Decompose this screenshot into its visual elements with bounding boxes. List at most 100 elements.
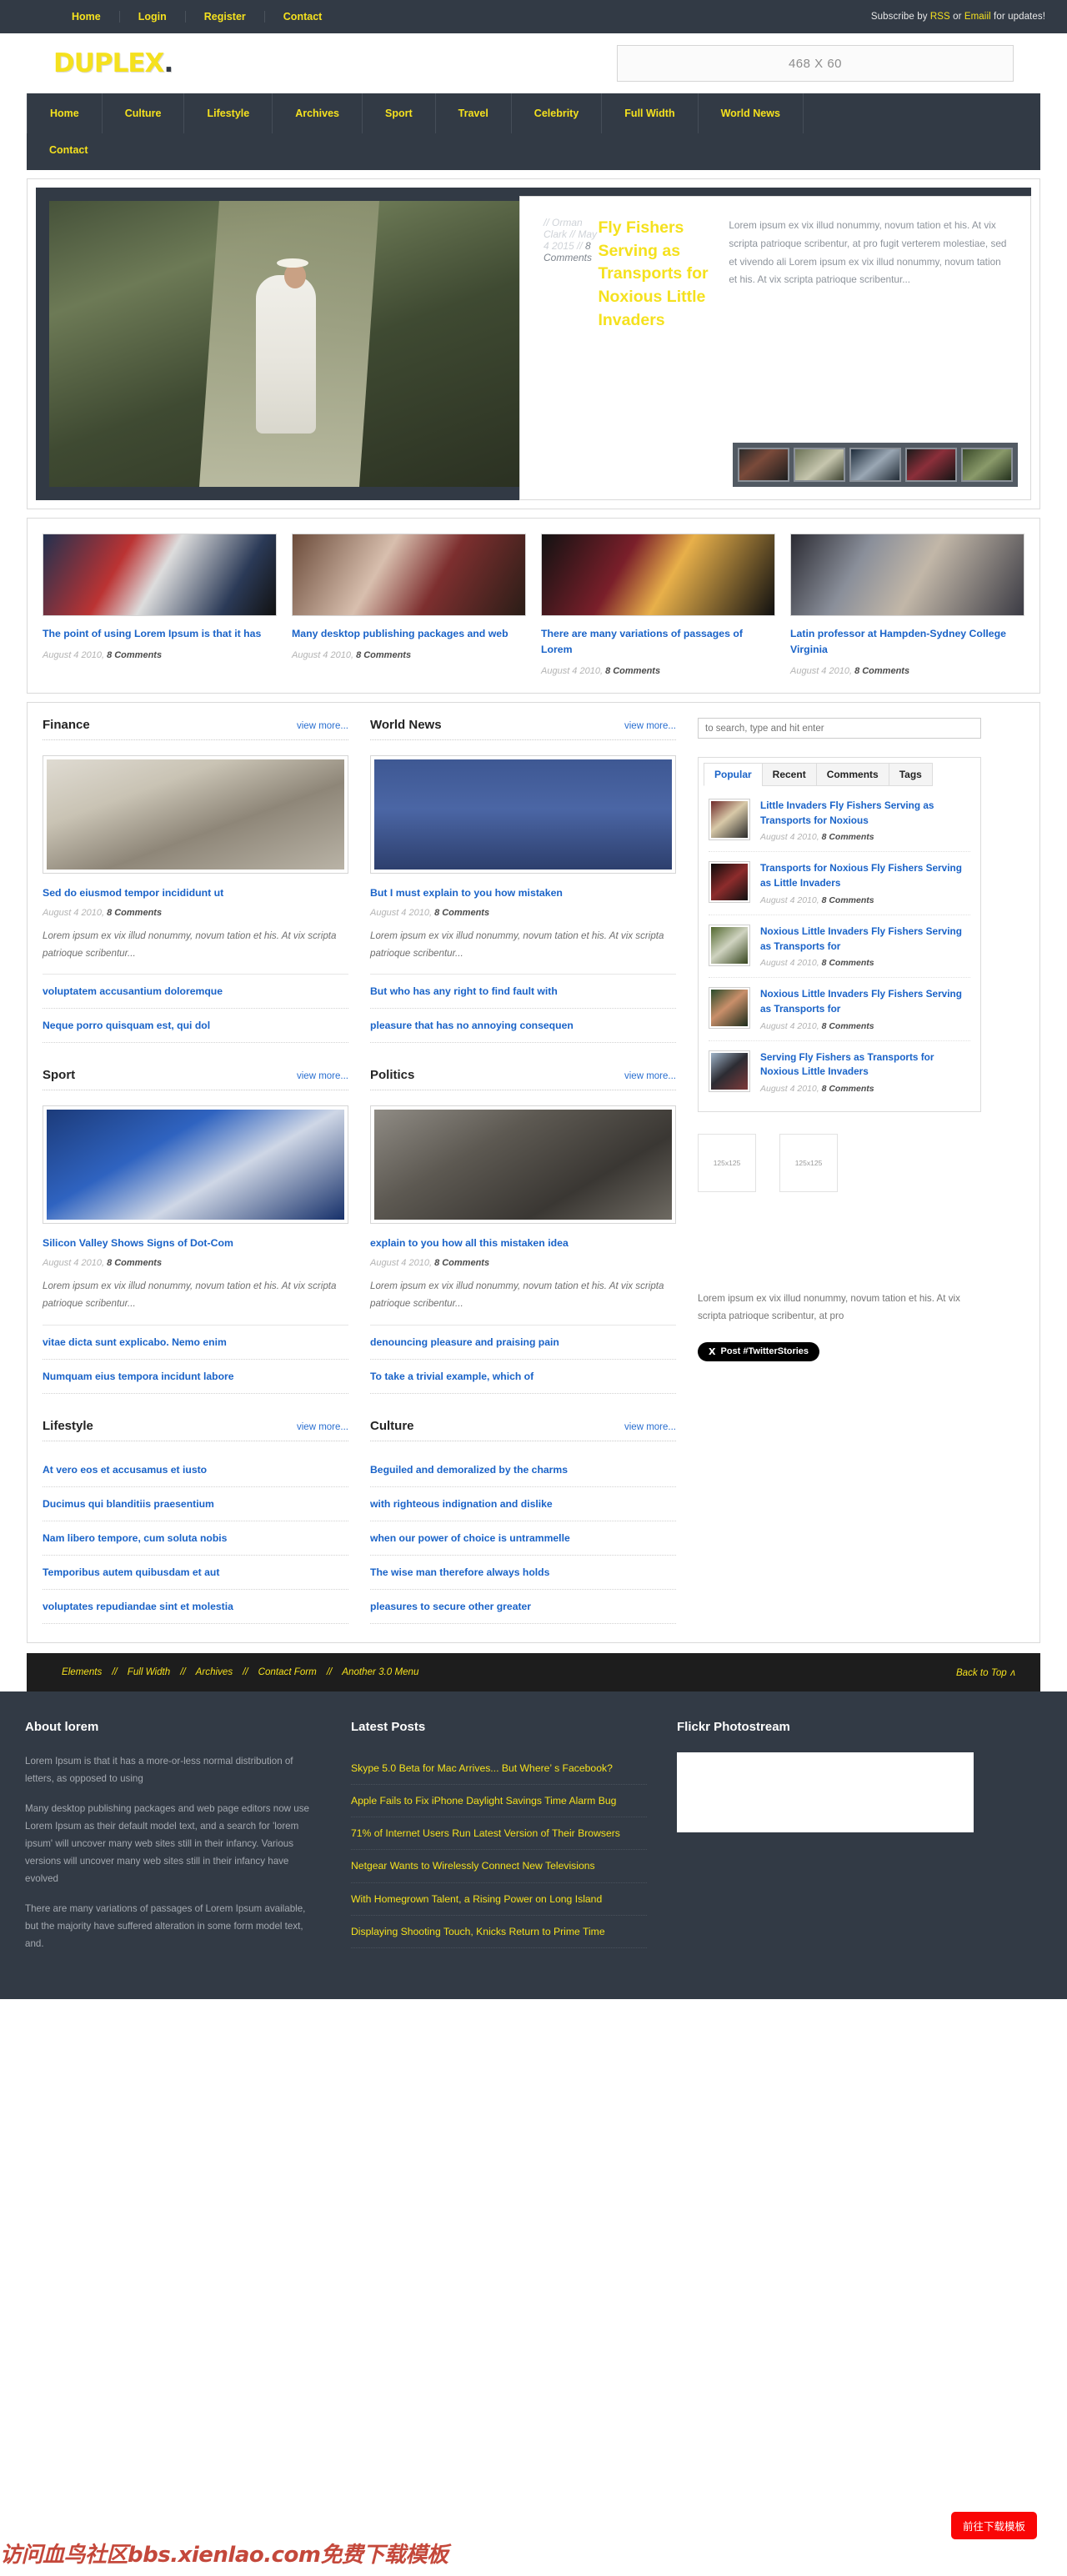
list-item-link[interactable]: Beguiled and demoralized by the charms — [370, 1464, 568, 1476]
post-comments[interactable]: 8 Comments — [107, 908, 162, 918]
section-view-more-link[interactable]: view more... — [297, 1071, 348, 1081]
post-comments[interactable]: 8 Comments — [434, 908, 489, 918]
popular-post-thumbnail[interactable] — [709, 987, 750, 1030]
footer-latest-link[interactable]: Displaying Shooting Touch, Knicks Return… — [351, 1924, 647, 1939]
section-view-more-link[interactable]: view more... — [624, 721, 676, 731]
footer-latest-link[interactable]: Apple Fails to Fix iPhone Daylight Savin… — [351, 1793, 647, 1808]
list-item-link[interactable]: Neque porro quisquam est, qui dol — [43, 1020, 210, 1031]
popular-post-comments[interactable]: 8 Comments — [822, 958, 874, 968]
footer-nav-another-menu[interactable]: Another 3.0 Menu — [332, 1666, 428, 1677]
twitter-post-button[interactable]: X Post #TwitterStories — [698, 1341, 820, 1361]
ad-slot-125x125-2[interactable]: 125x125 — [779, 1133, 838, 1192]
tab-recent[interactable]: Recent — [761, 763, 817, 787]
post-link[interactable]: But I must explain to you how mistaken — [370, 887, 563, 899]
search-input[interactable] — [698, 718, 981, 739]
list-item-link[interactable]: But who has any right to find fault with — [370, 985, 558, 997]
footer-nav-elements[interactable]: Elements — [52, 1666, 112, 1677]
featured-post-comments[interactable]: 8 Comments — [854, 666, 909, 676]
nav-item-celebrity[interactable]: Celebrity — [512, 93, 603, 133]
list-item-link[interactable]: The wise man therefore always holds — [370, 1566, 549, 1578]
footer-latest-link[interactable]: Netgear Wants to Wirelessly Connect New … — [351, 1858, 647, 1873]
site-logo[interactable]: DUPLEX. — [53, 48, 173, 78]
featured-post-comments[interactable]: 8 Comments — [605, 666, 660, 676]
list-item-link[interactable]: voluptates repudiandae sint et molestia — [43, 1601, 233, 1612]
download-template-button[interactable]: 前往下载模板 — [950, 2512, 1037, 2539]
ad-slot-125x125-1[interactable]: 125x125 — [698, 1133, 756, 1192]
popular-post-link[interactable]: Noxious Little Invaders Fly Fishers Serv… — [760, 988, 962, 1015]
topnav-item-home[interactable]: Home — [53, 11, 120, 23]
slider-thumb-3[interactable] — [849, 448, 901, 482]
featured-post-thumbnail[interactable] — [790, 534, 1024, 616]
tab-popular[interactable]: Popular — [704, 763, 763, 787]
slider-title[interactable]: Fly Fishers Serving as Transports for No… — [598, 217, 729, 486]
list-item-link[interactable]: vitae dicta sunt explicabo. Nemo enim — [43, 1336, 227, 1348]
popular-post-link[interactable]: Transports for Noxious Fly Fishers Servi… — [760, 862, 962, 889]
footer-latest-link[interactable]: Skype 5.0 Beta for Mac Arrives... But Wh… — [351, 1761, 647, 1776]
nav-item-archives[interactable]: Archives — [273, 93, 363, 133]
section-featured-image[interactable] — [43, 1105, 348, 1225]
list-item-link[interactable]: To take a trivial example, which of — [370, 1371, 534, 1382]
nav-item-world-news[interactable]: World News — [699, 93, 804, 133]
list-item-link[interactable]: At vero eos et accusamus et iusto — [43, 1464, 207, 1476]
slider-thumb-1[interactable] — [738, 448, 789, 482]
featured-post-link[interactable]: The point of using Lorem Ipsum is that i… — [43, 628, 261, 639]
popular-post-comments[interactable]: 8 Comments — [822, 1021, 874, 1031]
popular-post-comments[interactable]: 8 Comments — [822, 895, 874, 905]
slider-main-image[interactable] — [49, 201, 519, 487]
section-featured-image[interactable] — [370, 1105, 676, 1225]
nav-item-lifestyle[interactable]: Lifestyle — [184, 93, 273, 133]
section-view-more-link[interactable]: view more... — [297, 721, 348, 731]
banner-ad-468x60[interactable]: 468 X 60 — [617, 45, 1014, 82]
list-item-link[interactable]: Nam libero tempore, cum soluta nobis — [43, 1532, 227, 1544]
nav-item-contact[interactable]: Contact — [27, 133, 111, 170]
nav-item-travel[interactable]: Travel — [436, 93, 512, 133]
popular-post-thumbnail[interactable] — [709, 799, 750, 841]
topnav-item-contact[interactable]: Contact — [265, 11, 341, 23]
nav-item-sport[interactable]: Sport — [363, 93, 436, 133]
list-item-link[interactable]: when our power of choice is untrammelle — [370, 1532, 570, 1544]
section-view-more-link[interactable]: view more... — [624, 1071, 676, 1081]
featured-post-thumbnail[interactable] — [541, 534, 775, 616]
tab-comments[interactable]: Comments — [815, 763, 889, 787]
tab-tags[interactable]: Tags — [888, 763, 933, 787]
footer-nav-contact-form[interactable]: Contact Form — [248, 1666, 327, 1677]
list-item-link[interactable]: pleasure that has no annoying consequen — [370, 1020, 574, 1031]
featured-post-link[interactable]: There are many variations of passages of… — [541, 628, 743, 655]
popular-post-thumbnail[interactable] — [709, 861, 750, 904]
section-featured-image[interactable] — [370, 755, 676, 875]
post-comments[interactable]: 8 Comments — [434, 1258, 489, 1268]
nav-item-culture[interactable]: Culture — [103, 93, 185, 133]
topnav-item-login[interactable]: Login — [120, 11, 186, 23]
section-view-more-link[interactable]: view more... — [624, 1422, 676, 1432]
subscribe-rss-link[interactable]: RSS — [930, 12, 950, 22]
list-item-link[interactable]: denouncing pleasure and praising pain — [370, 1336, 559, 1348]
section-view-more-link[interactable]: view more... — [297, 1422, 348, 1432]
back-to-top-wrapper[interactable]: Back to Top ʌ — [956, 1665, 1015, 1680]
list-item-link[interactable]: pleasures to secure other greater — [370, 1601, 531, 1612]
slider-thumb-4[interactable] — [905, 448, 957, 482]
featured-post-thumbnail[interactable] — [292, 534, 526, 616]
popular-post-link[interactable]: Serving Fly Fishers as Transports for No… — [760, 1051, 934, 1078]
popular-post-link[interactable]: Little Invaders Fly Fishers Serving as T… — [760, 799, 934, 826]
featured-post-link[interactable]: Many desktop publishing packages and web — [292, 628, 508, 639]
topnav-item-register[interactable]: Register — [186, 11, 265, 23]
featured-post-link[interactable]: Latin professor at Hampden-Sydney Colleg… — [790, 628, 1006, 655]
flickr-photostream-box[interactable] — [677, 1752, 974, 1832]
section-featured-image[interactable] — [43, 755, 348, 875]
featured-post-thumbnail[interactable] — [43, 534, 277, 616]
popular-post-link[interactable]: Noxious Little Invaders Fly Fishers Serv… — [760, 925, 962, 952]
list-item-link[interactable]: with righteous indignation and dislike — [370, 1498, 553, 1510]
post-link[interactable]: Silicon Valley Shows Signs of Dot-Com — [43, 1237, 233, 1249]
footer-nav-full-width[interactable]: Full Width — [118, 1666, 180, 1677]
post-link[interactable]: explain to you how all this mistaken ide… — [370, 1237, 569, 1249]
popular-post-thumbnail[interactable] — [709, 924, 750, 966]
footer-latest-link[interactable]: 71% of Internet Users Run Latest Version… — [351, 1826, 647, 1841]
slider-thumb-2[interactable] — [794, 448, 845, 482]
post-comments[interactable]: 8 Comments — [107, 1258, 162, 1268]
post-link[interactable]: Sed do eiusmod tempor incididunt ut — [43, 887, 223, 899]
popular-post-comments[interactable]: 8 Comments — [822, 832, 874, 842]
popular-post-thumbnail[interactable] — [709, 1050, 750, 1092]
list-item-link[interactable]: voluptatem accusantium doloremque — [43, 985, 223, 997]
slider-thumb-5[interactable] — [961, 448, 1013, 482]
nav-item-home[interactable]: Home — [27, 93, 103, 133]
